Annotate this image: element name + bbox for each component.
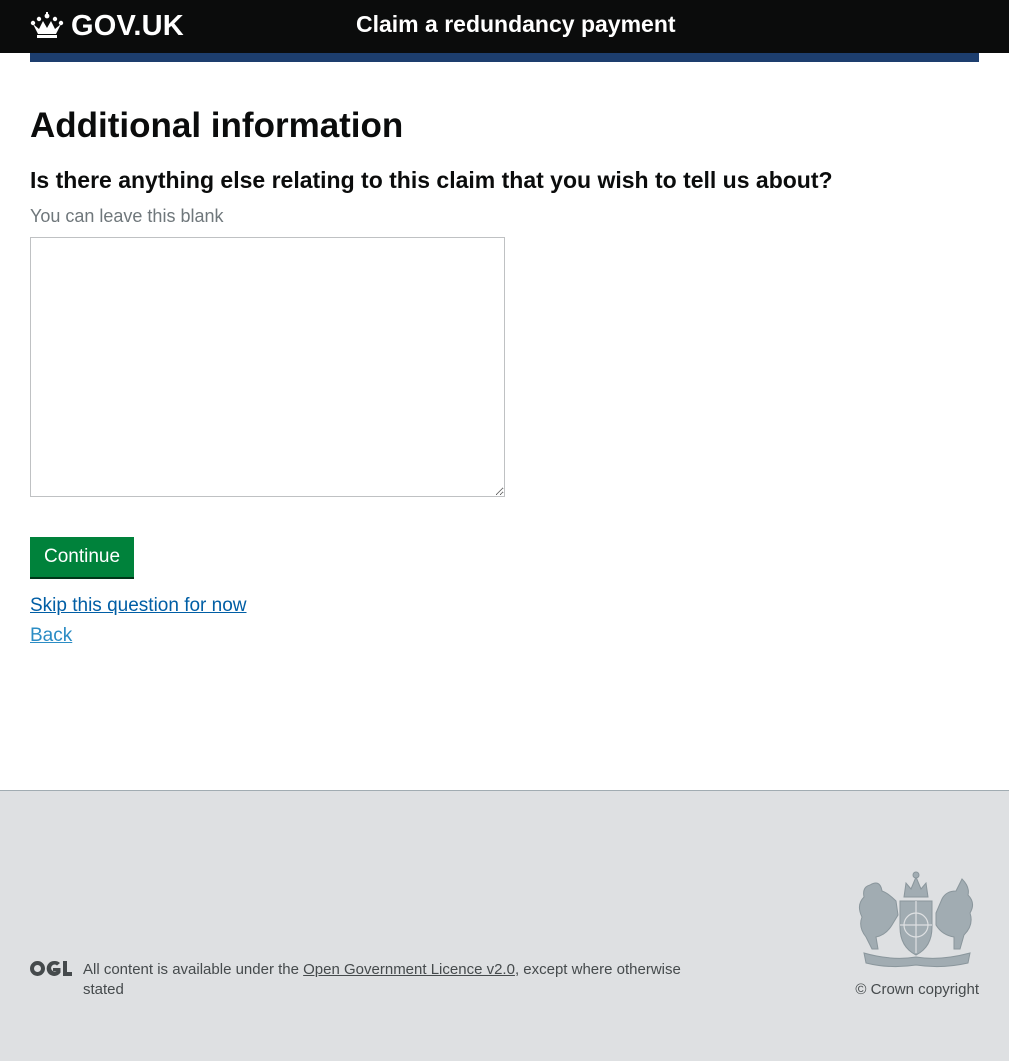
page-title: Additional information [30,106,404,145]
service-name-link[interactable]: Claim a redundancy payment [356,11,676,38]
royal-coat-of-arms-icon [858,871,974,968]
hint-text: You can leave this blank [30,206,224,226]
open-government-licence-link[interactable]: Open Government Licence v2.0 [303,961,515,978]
question-label: Is there anything else relating to this … [30,167,833,193]
licence-text: All content is available under the Open … [83,960,723,1000]
ogl-logo-icon [30,960,72,976]
govuk-logo-link[interactable]: GOV.UK [30,8,184,44]
skip-question-link[interactable]: Skip this question for now [30,594,247,618]
back-link[interactable]: Back [30,624,72,648]
site-footer: All content is available under the Open … [0,790,1009,1061]
continue-button[interactable]: Continue [30,537,134,577]
licence-prefix: All content is available under the [83,961,304,978]
crown-copyright-text: © Crown copyright [855,981,979,998]
header-bar [30,53,979,62]
additional-info-textarea[interactable] [30,237,505,497]
crown-icon [30,12,64,38]
logo-text: GOV.UK [71,9,184,42]
site-header: GOV.UK Claim a redundancy payment [0,0,1009,53]
